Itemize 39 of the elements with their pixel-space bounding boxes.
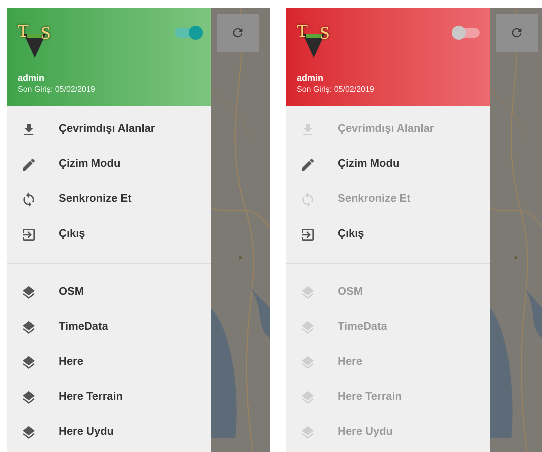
logo: T S [297,22,333,60]
menu-item[interactable]: Çizim Modu [7,147,211,182]
layers-icon [21,424,37,440]
refresh-button[interactable] [496,14,538,52]
exit-icon [300,226,316,242]
layers-icon [300,424,316,440]
user-name: admin [18,72,46,84]
layers-icon [21,320,37,336]
sync-icon [300,192,316,208]
layers-icon [300,320,316,336]
layers-icon [21,284,37,300]
sync-icon [21,192,37,208]
refresh-icon [231,26,245,40]
last-login: Son Giriş: 05/02/2019 [297,84,376,95]
layers-icon [300,354,316,370]
toggle-switch[interactable] [454,28,480,38]
exit-icon [21,226,37,242]
last-login: Son Giriş: 05/02/2019 [18,84,96,95]
menu-item[interactable]: Çizim Modu [286,147,490,182]
layers-icon [300,284,316,300]
layers-icon [300,390,316,406]
layers-icon [21,390,37,406]
menu-item[interactable]: Çıkış [286,217,490,252]
menu-item[interactable]: Çıkış [7,217,211,252]
layers-icon [21,354,37,370]
menu-item[interactable]: Senkronize Et [7,182,211,217]
menu-item[interactable]: Çevrimdışı Alanlar [7,112,211,147]
pencil-icon [21,156,37,172]
pencil-icon [300,156,316,172]
menu-item[interactable]: TimeData [7,310,211,345]
refresh-button[interactable] [217,14,259,52]
user-name: admin [297,72,325,84]
menu-item[interactable]: Here Terrain [7,380,211,415]
menu-item[interactable]: Here Uydu [7,415,211,450]
menu-item[interactable]: Here [7,345,211,380]
logo: T S [18,22,54,60]
toggle-switch[interactable] [175,28,201,38]
menu-item[interactable]: OSM [7,275,211,310]
refresh-icon [510,26,524,40]
